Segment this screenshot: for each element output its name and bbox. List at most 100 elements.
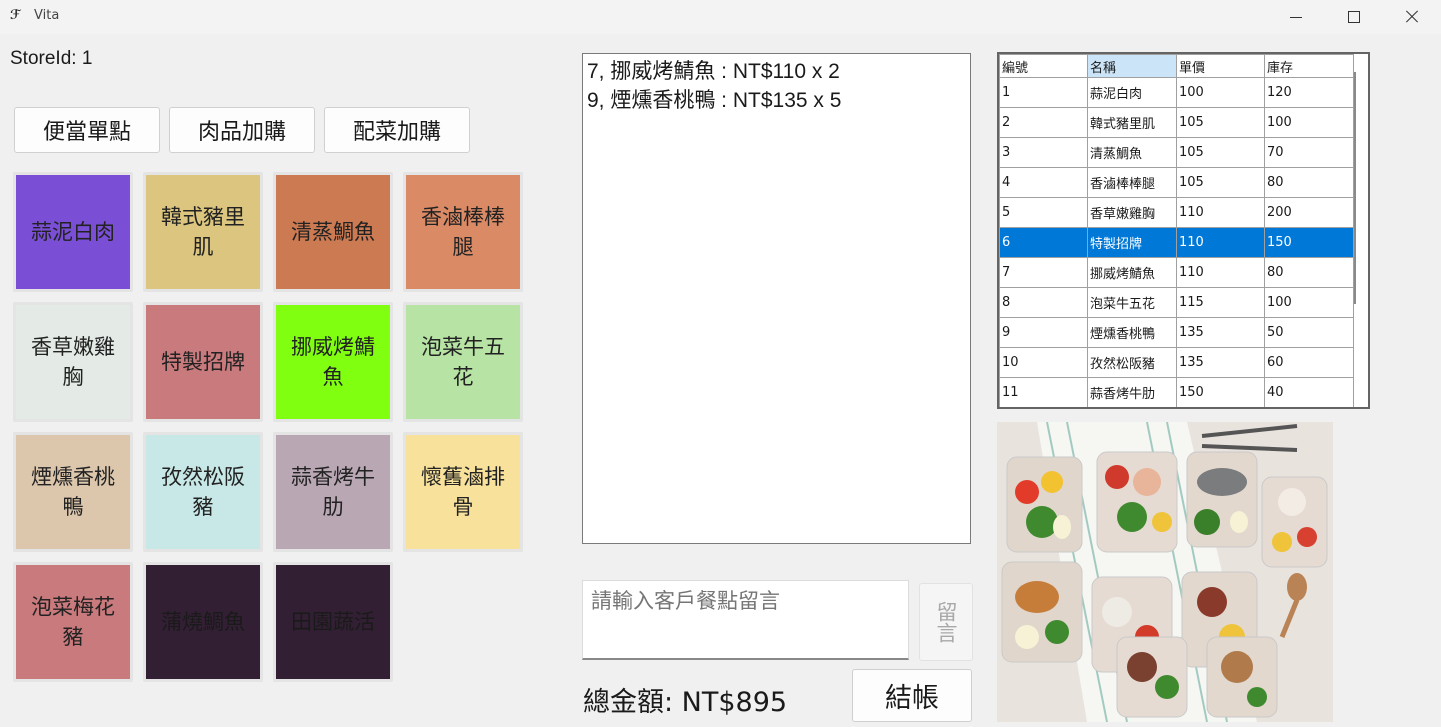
cell-name[interactable]: 挪威烤鯖魚 <box>1087 257 1177 288</box>
cell-id[interactable]: 1 <box>999 77 1088 108</box>
table-row[interactable]: 3 清蒸鯛魚 105 70 <box>999 137 1354 168</box>
menu-item-button[interactable]: 清蒸鯛魚 <box>273 172 393 292</box>
window-title: Vita <box>34 8 60 23</box>
table-row[interactable]: 7 挪威烤鯖魚 110 80 <box>999 257 1354 288</box>
cell-stock[interactable]: 70 <box>1264 137 1354 168</box>
column-header-name[interactable]: 名稱 <box>1087 54 1177 78</box>
bento-boxes-illustration <box>997 422 1333 722</box>
cell-price[interactable]: 110 <box>1176 227 1265 258</box>
cell-id[interactable]: 10 <box>999 347 1088 378</box>
minimize-icon <box>1290 16 1302 18</box>
cell-stock[interactable]: 100 <box>1264 287 1354 318</box>
menu-item-button[interactable]: 孜然松阪豬 <box>143 432 263 552</box>
menu-item-grid: 蒜泥白肉 韓式豬里肌 清蒸鯛魚 香滷棒棒腿 香草嫩雞胸 特製招牌 挪威烤鯖魚 泡… <box>13 172 523 682</box>
cell-id[interactable]: 9 <box>999 317 1088 348</box>
cell-price[interactable]: 100 <box>1176 77 1265 108</box>
cell-stock[interactable]: 60 <box>1264 347 1354 378</box>
cell-price[interactable]: 105 <box>1176 167 1265 198</box>
table-row[interactable]: 9 煙燻香桃鴨 135 50 <box>999 317 1354 348</box>
cell-stock[interactable]: 200 <box>1264 197 1354 228</box>
cell-price[interactable]: 105 <box>1176 137 1265 168</box>
cell-name[interactable]: 清蒸鯛魚 <box>1087 137 1177 168</box>
maximize-icon <box>1348 11 1360 23</box>
inventory-table[interactable]: 編號 名稱 單價 庫存 1 蒜泥白肉 100 120 2 韓式豬里肌 105 100 3 清蒸鯛魚… <box>997 52 1370 409</box>
cell-name[interactable]: 香滷棒棒腿 <box>1087 167 1177 198</box>
menu-item-button[interactable]: 煙燻香桃鴨 <box>13 432 133 552</box>
cell-stock[interactable]: 150 <box>1264 227 1354 258</box>
menu-item-button[interactable]: 泡菜牛五花 <box>403 302 523 422</box>
menu-item-button[interactable]: 蒜泥白肉 <box>13 172 133 292</box>
cell-name[interactable]: 孜然松阪豬 <box>1087 347 1177 378</box>
cell-id[interactable]: 6 <box>999 227 1088 258</box>
cell-id[interactable]: 8 <box>999 287 1088 318</box>
customer-note-input[interactable] <box>582 580 909 660</box>
menu-item-button[interactable]: 蒜香烤牛肋 <box>273 432 393 552</box>
table-row[interactable]: 5 香草嫩雞胸 110 200 <box>999 197 1354 228</box>
table-row[interactable]: 6 特製招牌 110 150 <box>999 227 1354 258</box>
total-amount-label: 總金額: NT$895 <box>583 687 788 718</box>
checkout-button[interactable]: 結帳 <box>852 669 972 722</box>
menu-item-button[interactable]: 泡菜梅花豬 <box>13 562 133 682</box>
category-button-meat-addon[interactable]: 肉品加購 <box>169 107 315 153</box>
column-header-stock[interactable]: 庫存 <box>1264 54 1354 78</box>
cell-price[interactable]: 115 <box>1176 287 1265 318</box>
cell-id[interactable]: 4 <box>999 167 1088 198</box>
cell-name[interactable]: 蒜香烤牛肋 <box>1087 377 1177 407</box>
cell-name[interactable]: 煙燻香桃鴨 <box>1087 317 1177 348</box>
app-logo-icon: ℱ <box>10 8 21 23</box>
menu-item-button[interactable]: 蒲燒鯛魚 <box>143 562 263 682</box>
cell-price[interactable]: 135 <box>1176 347 1265 378</box>
close-button[interactable] <box>1383 0 1441 34</box>
menu-item-button[interactable]: 特製招牌 <box>143 302 263 422</box>
leave-note-button[interactable]: 留言 <box>919 583 973 661</box>
menu-item-button[interactable]: 香草嫩雞胸 <box>13 302 133 422</box>
vertical-scrollbar[interactable] <box>1354 72 1356 304</box>
cell-id[interactable]: 2 <box>999 107 1088 138</box>
cell-id[interactable]: 7 <box>999 257 1088 288</box>
table-row[interactable]: 11 蒜香烤牛肋 150 40 <box>999 377 1354 407</box>
cell-price[interactable]: 110 <box>1176 257 1265 288</box>
table-row[interactable]: 8 泡菜牛五花 115 100 <box>999 287 1354 318</box>
menu-item-button[interactable]: 懷舊滷排骨 <box>403 432 523 552</box>
menu-item-button[interactable]: 挪威烤鯖魚 <box>273 302 393 422</box>
title-bar: ℱ Vita <box>0 0 1441 34</box>
cell-price[interactable]: 110 <box>1176 197 1265 228</box>
cell-price[interactable]: 105 <box>1176 107 1265 138</box>
order-line[interactable]: 9, 煙燻香桃鴨 : NT$135 x 5 <box>587 86 966 115</box>
table-row[interactable]: 10 孜然松阪豬 135 60 <box>999 347 1354 378</box>
order-line[interactable]: 7, 挪威烤鯖魚 : NT$110 x 2 <box>587 57 966 86</box>
table-row[interactable]: 2 韓式豬里肌 105 100 <box>999 107 1354 138</box>
category-button-bento[interactable]: 便當單點 <box>14 107 160 153</box>
cell-id[interactable]: 3 <box>999 137 1088 168</box>
minimize-button[interactable] <box>1267 0 1325 34</box>
cell-name[interactable]: 韓式豬里肌 <box>1087 107 1177 138</box>
menu-item-button[interactable]: 香滷棒棒腿 <box>403 172 523 292</box>
menu-item-button[interactable]: 韓式豬里肌 <box>143 172 263 292</box>
cell-name[interactable]: 香草嫩雞胸 <box>1087 197 1177 228</box>
cell-name[interactable]: 特製招牌 <box>1087 227 1177 258</box>
column-header-price[interactable]: 單價 <box>1176 54 1265 78</box>
category-button-side-addon[interactable]: 配菜加購 <box>324 107 470 153</box>
table-row[interactable]: 4 香滷棒棒腿 105 80 <box>999 167 1354 198</box>
column-header-id[interactable]: 編號 <box>999 54 1088 78</box>
cell-price[interactable]: 150 <box>1176 377 1265 407</box>
cell-stock[interactable]: 50 <box>1264 317 1354 348</box>
cell-name[interactable]: 泡菜牛五花 <box>1087 287 1177 318</box>
cell-stock[interactable]: 40 <box>1264 377 1354 407</box>
table-header-row: 編號 名稱 單價 庫存 <box>999 54 1354 78</box>
cell-price[interactable]: 135 <box>1176 317 1265 348</box>
store-id-label: StoreId: 1 <box>10 48 93 69</box>
cell-stock[interactable]: 120 <box>1264 77 1354 108</box>
table-row[interactable]: 1 蒜泥白肉 100 120 <box>999 77 1354 108</box>
order-list[interactable]: 7, 挪威烤鯖魚 : NT$110 x 2 9, 煙燻香桃鴨 : NT$135 … <box>582 53 971 544</box>
cell-stock[interactable]: 80 <box>1264 167 1354 198</box>
maximize-button[interactable] <box>1325 0 1383 34</box>
cell-name[interactable]: 蒜泥白肉 <box>1087 77 1177 108</box>
food-photo <box>997 422 1333 722</box>
menu-item-button[interactable]: 田園蔬活 <box>273 562 393 682</box>
cell-stock[interactable]: 80 <box>1264 257 1354 288</box>
close-icon <box>1405 10 1419 24</box>
cell-stock[interactable]: 100 <box>1264 107 1354 138</box>
cell-id[interactable]: 5 <box>999 197 1088 228</box>
cell-id[interactable]: 11 <box>999 377 1088 407</box>
